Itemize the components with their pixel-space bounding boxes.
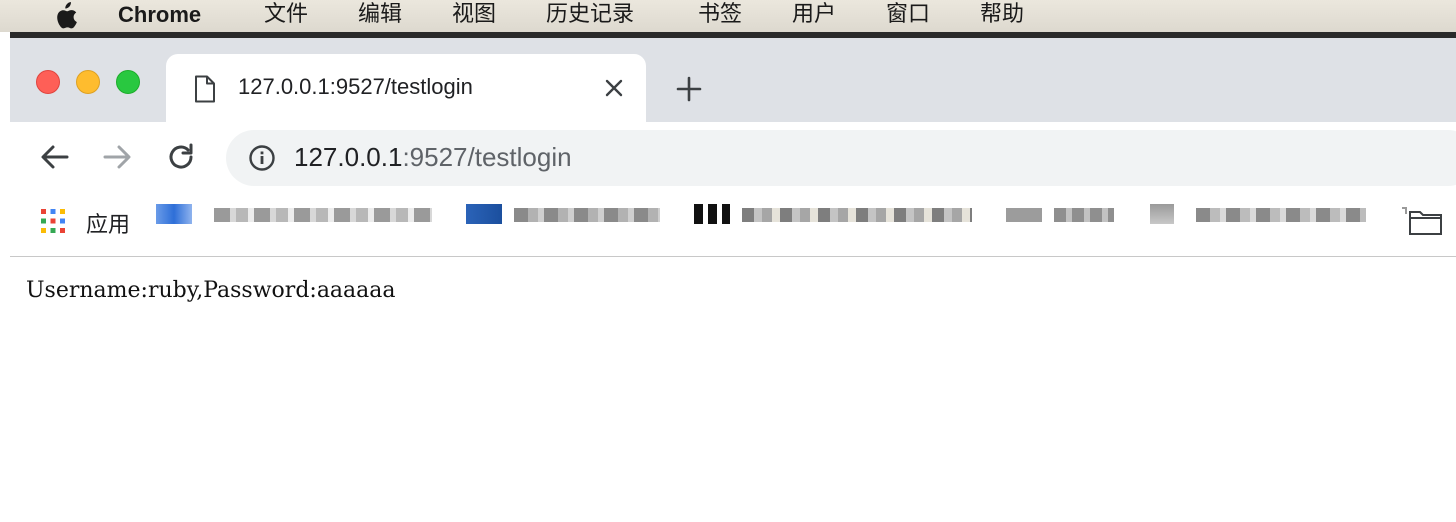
tab-title: 127.0.0.1:9527/testlogin — [238, 74, 473, 99]
menu-bookmarks[interactable]: 书签 — [698, 0, 742, 32]
page-icon — [195, 75, 215, 103]
tab-active[interactable]: 127.0.0.1:9527/testlogin — [166, 54, 646, 124]
apps-grid-icon[interactable] — [40, 208, 66, 234]
url-path: :9527/testlogin — [402, 142, 572, 172]
window-close-button[interactable] — [36, 70, 60, 94]
menu-history[interactable]: 历史记录 — [546, 0, 634, 32]
bookmark-favicon — [466, 204, 502, 224]
bookmarks-bar — [10, 194, 1456, 256]
url-text[interactable]: 127.0.0.1:9527/testlogin — [294, 142, 572, 173]
apple-logo-icon[interactable] — [50, 2, 80, 30]
bookmark-favicon — [694, 204, 730, 224]
bookmark-title-redacted — [1054, 208, 1114, 222]
menu-view[interactable]: 视图 — [452, 0, 496, 32]
bookmark-favicon — [1150, 204, 1174, 224]
menu-edit[interactable]: 编辑 — [358, 0, 402, 32]
bookmark-title-redacted — [214, 208, 432, 222]
forward-arrow-icon[interactable] — [100, 140, 134, 174]
menu-app-chrome[interactable]: Chrome — [118, 0, 201, 32]
bookmark-title-redacted — [742, 208, 972, 222]
apps-bookmark-label[interactable]: 应用 — [86, 207, 130, 239]
bookmark-favicon — [1006, 208, 1042, 222]
new-tab-plus-icon[interactable] — [674, 74, 704, 104]
bookmark-title-redacted — [1196, 208, 1366, 222]
window-minimize-button[interactable] — [76, 70, 100, 94]
folder-icon[interactable] — [1400, 206, 1444, 236]
bookmark-title-redacted — [514, 208, 660, 222]
mac-menu-bar: Chrome 文件 编辑 视图 历史记录 书签 用户 窗口 帮助 — [0, 0, 1456, 32]
toolbar-divider — [10, 256, 1456, 257]
menu-file[interactable]: 文件 — [264, 0, 308, 32]
bookmark-favicon — [156, 204, 192, 224]
back-arrow-icon[interactable] — [38, 140, 72, 174]
menu-help[interactable]: 帮助 — [980, 0, 1024, 32]
url-host: 127.0.0.1 — [294, 142, 403, 172]
menu-window[interactable]: 窗口 — [886, 0, 930, 32]
window-zoom-button[interactable] — [116, 70, 140, 94]
close-icon[interactable] — [602, 76, 626, 100]
page-body-text: Username:ruby,Password:aaaaaa — [26, 278, 396, 303]
menu-people[interactable]: 用户 — [792, 0, 836, 32]
reload-icon[interactable] — [164, 140, 198, 174]
info-icon[interactable] — [248, 144, 276, 172]
